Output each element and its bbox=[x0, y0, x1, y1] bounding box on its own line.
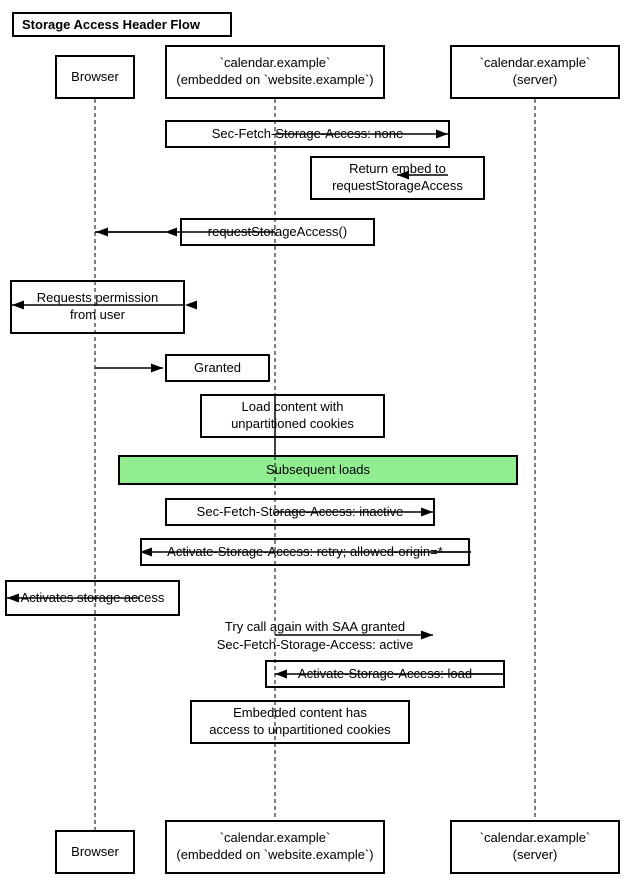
sec-fetch-inactive-box: Sec-Fetch-Storage-Access: inactive bbox=[165, 498, 435, 526]
load-content-box: Load content with unpartitioned cookies bbox=[200, 394, 385, 438]
subsequent-loads-box: Subsequent loads bbox=[118, 455, 518, 485]
calendar-server-bottom-box: `calendar.example` (server) bbox=[450, 820, 620, 874]
calendar-embedded-top-box: `calendar.example` (embedded on `website… bbox=[165, 45, 385, 99]
request-storage-access-box: requestStorageAccess() bbox=[180, 218, 375, 246]
title-text: Storage Access Header Flow bbox=[22, 17, 200, 32]
calendar-server-top-box: `calendar.example` (server) bbox=[450, 45, 620, 99]
sec-fetch-none-box: Sec-Fetch-Storage-Access: none bbox=[165, 120, 450, 148]
activates-storage-box: Activates storage access bbox=[5, 580, 180, 616]
calendar-embedded-bottom-box: `calendar.example` (embedded on `website… bbox=[165, 820, 385, 874]
requests-permission-box: Requests permission from user bbox=[10, 280, 185, 334]
activate-storage-retry-box: Activate-Storage-Access: retry; allowed-… bbox=[140, 538, 470, 566]
embedded-content-box: Embedded content has access to unpartiti… bbox=[190, 700, 410, 744]
return-embed-box: Return embed to requestStorageAccess bbox=[310, 156, 485, 200]
diagram-container: Storage Access Header Flow Browser `cale… bbox=[0, 0, 636, 888]
granted-box: Granted bbox=[165, 354, 270, 382]
title-box: Storage Access Header Flow bbox=[12, 12, 232, 37]
try-call-again-label: Try call again with SAA granted Sec-Fetc… bbox=[165, 618, 465, 654]
activate-storage-load-box: Activate-Storage-Access: load bbox=[265, 660, 505, 688]
browser-top-box: Browser bbox=[55, 55, 135, 99]
browser-bottom-box: Browser bbox=[55, 830, 135, 874]
